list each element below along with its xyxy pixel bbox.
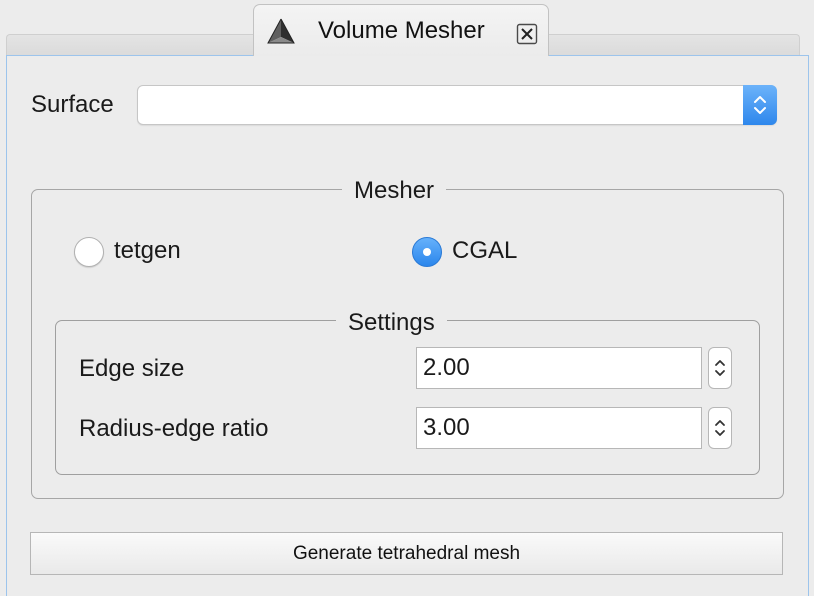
surface-label: Surface bbox=[31, 91, 114, 118]
updown-chevron-icon[interactable] bbox=[743, 85, 777, 125]
stepper-arrows-icon bbox=[715, 360, 725, 376]
edge-size-input[interactable]: 2.00 bbox=[416, 347, 702, 389]
surface-select[interactable] bbox=[137, 85, 777, 125]
mesher-group-title: Mesher bbox=[342, 176, 447, 206]
edge-size-label: Edge size bbox=[79, 355, 185, 382]
cgal-radio[interactable] bbox=[412, 237, 442, 267]
tetgen-radio[interactable] bbox=[74, 237, 104, 267]
radius-edge-ratio-label: Radius-edge ratio bbox=[79, 415, 269, 442]
cgal-radio-label[interactable]: CGAL bbox=[452, 236, 517, 266]
tab-volume-mesher[interactable]: Volume Mesher bbox=[253, 4, 549, 56]
volume-mesher-window: Volume Mesher Surface Mesher tetgen CGAL… bbox=[0, 0, 814, 596]
edge-size-stepper[interactable] bbox=[708, 347, 732, 389]
close-icon[interactable] bbox=[516, 23, 538, 45]
stepper-arrows-icon bbox=[715, 420, 725, 436]
pyramid-icon bbox=[266, 17, 296, 45]
radio-selected-dot bbox=[423, 248, 431, 256]
tetgen-radio-label[interactable]: tetgen bbox=[114, 236, 181, 266]
settings-groupbox bbox=[55, 320, 760, 475]
radius-edge-ratio-stepper[interactable] bbox=[708, 407, 732, 449]
radius-edge-ratio-input[interactable]: 3.00 bbox=[416, 407, 702, 449]
generate-mesh-button[interactable]: Generate tetrahedral mesh bbox=[30, 532, 783, 575]
tab-title: Volume Mesher bbox=[318, 17, 485, 44]
settings-group-title: Settings bbox=[336, 308, 447, 338]
